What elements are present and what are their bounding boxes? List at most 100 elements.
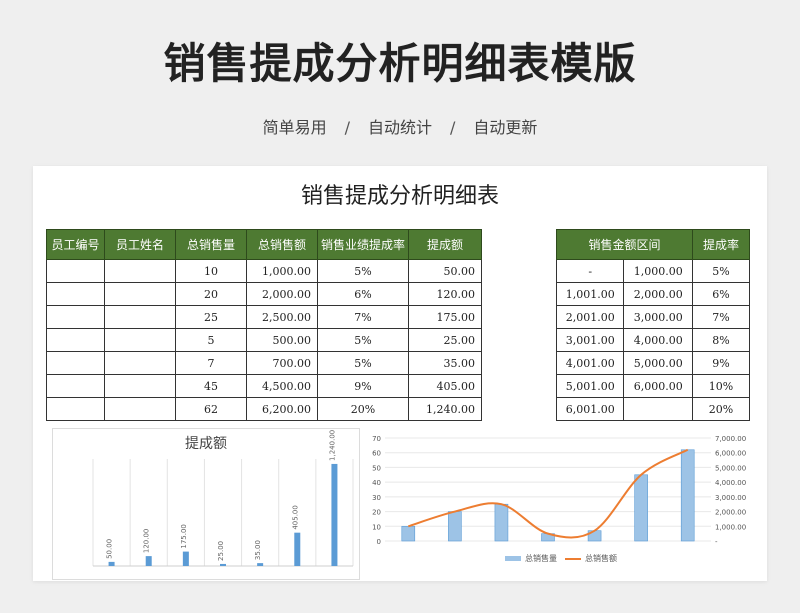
cell-rate[interactable]: 5% bbox=[317, 351, 409, 375]
cell-total-sales[interactable]: 700.00 bbox=[246, 351, 318, 375]
table-row: 6,001.00 20% bbox=[555, 397, 750, 421]
cell-range-to[interactable]: 6,000.00 bbox=[623, 374, 693, 398]
y-right-tick: 3,000.00 bbox=[715, 494, 746, 502]
cell-total-qty[interactable]: 5 bbox=[175, 328, 247, 352]
legend-label: 总销售量 bbox=[525, 553, 557, 563]
separator: / bbox=[344, 118, 350, 137]
cell-rate[interactable]: 9% bbox=[692, 351, 750, 375]
cell-rate[interactable]: 9% bbox=[317, 374, 409, 398]
cell-rate[interactable]: 5% bbox=[317, 328, 409, 352]
cell-rate[interactable]: 7% bbox=[692, 305, 750, 329]
cell-range-to[interactable]: 1,000.00 bbox=[623, 259, 693, 283]
bar bbox=[680, 449, 695, 542]
cell-range-from[interactable]: 1,001.00 bbox=[555, 282, 625, 306]
col-header-total-sales: 总销售额 bbox=[246, 229, 318, 260]
cell-range-to[interactable]: 3,000.00 bbox=[623, 305, 693, 329]
cell-employee-id[interactable] bbox=[46, 305, 105, 329]
cell-employee-id[interactable] bbox=[46, 397, 105, 421]
cell-total-qty[interactable]: 62 bbox=[175, 397, 247, 421]
cell-rate[interactable]: 5% bbox=[692, 259, 750, 283]
cell-employee-name[interactable] bbox=[104, 328, 176, 352]
table-row: 1,001.00 2,000.00 6% bbox=[555, 282, 750, 306]
cell-range-to[interactable]: 2,000.00 bbox=[623, 282, 693, 306]
col-header-rate: 提成率 bbox=[692, 229, 750, 260]
data-label: 1,240.00 bbox=[328, 430, 336, 461]
legend-label: 总销售额 bbox=[585, 553, 617, 563]
cell-employee-id[interactable] bbox=[46, 259, 105, 283]
cell-commission[interactable]: 120.00 bbox=[408, 282, 482, 306]
y-left-tick: 30 bbox=[372, 494, 381, 502]
legend-bar-swatch bbox=[505, 556, 521, 561]
y-right-tick: 1,000.00 bbox=[715, 523, 746, 531]
cell-total-sales[interactable]: 2,000.00 bbox=[246, 282, 318, 306]
cell-range-from[interactable]: - bbox=[555, 259, 625, 283]
cell-rate[interactable]: 5% bbox=[317, 259, 409, 283]
rate-bracket-table: 销售金额区间 提成率 - 1,000.00 5% 1,001.00 2,000.… bbox=[555, 229, 750, 421]
cell-commission[interactable]: 50.00 bbox=[408, 259, 482, 283]
cell-employee-id[interactable] bbox=[46, 374, 105, 398]
cell-total-qty[interactable]: 7 bbox=[175, 351, 247, 375]
cell-range-from[interactable]: 4,001.00 bbox=[555, 351, 625, 375]
bar bbox=[448, 511, 462, 542]
sales-combo-chart-svg: 0 - 10 1,000.00 20 2,000.00 30 3,000.00 40 4,000.… bbox=[372, 435, 746, 563]
table-row: 25 2,500.00 7% 175.00 bbox=[46, 305, 482, 329]
cell-total-qty[interactable]: 20 bbox=[175, 282, 247, 306]
cell-employee-name[interactable] bbox=[104, 259, 176, 283]
cell-range-from[interactable]: 5,001.00 bbox=[555, 374, 625, 398]
cell-total-qty[interactable]: 45 bbox=[175, 374, 247, 398]
cell-total-sales[interactable]: 2,500.00 bbox=[246, 305, 318, 329]
bar bbox=[634, 474, 648, 542]
cell-range-to[interactable] bbox=[623, 397, 693, 421]
cell-range-to[interactable]: 5,000.00 bbox=[623, 351, 693, 375]
feature-3: 自动更新 bbox=[473, 118, 538, 137]
cell-employee-id[interactable] bbox=[46, 351, 105, 375]
cell-rate[interactable]: 6% bbox=[317, 282, 409, 306]
cell-total-sales[interactable]: 500.00 bbox=[246, 328, 318, 352]
table-row: 7 700.00 5% 35.00 bbox=[46, 351, 482, 375]
cell-range-from[interactable]: 3,001.00 bbox=[555, 328, 625, 352]
cell-rate[interactable]: 8% bbox=[692, 328, 750, 352]
cell-employee-id[interactable] bbox=[46, 328, 105, 352]
cell-employee-name[interactable] bbox=[104, 282, 176, 306]
cell-commission[interactable]: 25.00 bbox=[408, 328, 482, 352]
data-label: 120.00 bbox=[143, 529, 151, 554]
cell-range-to[interactable]: 4,000.00 bbox=[623, 328, 693, 352]
col-header-employee-name: 员工姓名 bbox=[104, 229, 176, 260]
bar bbox=[182, 551, 189, 566]
cell-total-sales[interactable]: 4,500.00 bbox=[246, 374, 318, 398]
commission-bar-chart[interactable]: 提成额 50.00 120.00 175.00 25.00 35.00 405.00 1,2… bbox=[52, 428, 360, 580]
y-left-tick: 20 bbox=[372, 509, 381, 517]
cell-commission[interactable]: 175.00 bbox=[408, 305, 482, 329]
cell-range-from[interactable]: 2,001.00 bbox=[555, 305, 625, 329]
cell-employee-id[interactable] bbox=[46, 282, 105, 306]
cell-commission[interactable]: 1,240.00 bbox=[408, 397, 482, 421]
commission-chart-svg: 提成额 50.00 120.00 175.00 25.00 35.00 405.00 1,2… bbox=[92, 430, 354, 567]
cell-total-sales[interactable]: 1,000.00 bbox=[246, 259, 318, 283]
sales-combo-chart[interactable]: 0 - 10 1,000.00 20 2,000.00 30 3,000.00 40 4,000.… bbox=[365, 428, 761, 578]
cell-employee-name[interactable] bbox=[104, 374, 176, 398]
cell-rate[interactable]: 20% bbox=[317, 397, 409, 421]
cell-range-from[interactable]: 6,001.00 bbox=[555, 397, 625, 421]
cell-commission[interactable]: 35.00 bbox=[408, 351, 482, 375]
cell-commission[interactable]: 405.00 bbox=[408, 374, 482, 398]
cell-employee-name[interactable] bbox=[104, 305, 176, 329]
cell-rate[interactable]: 7% bbox=[317, 305, 409, 329]
cell-total-qty[interactable]: 10 bbox=[175, 259, 247, 283]
cell-employee-name[interactable] bbox=[104, 351, 176, 375]
cell-rate[interactable]: 6% bbox=[692, 282, 750, 306]
feature-2: 自动统计 bbox=[367, 118, 432, 137]
table-row: 5 500.00 5% 25.00 bbox=[46, 328, 482, 352]
data-label: 25.00 bbox=[217, 541, 225, 561]
y-left-tick: 0 bbox=[377, 538, 381, 546]
cell-rate[interactable]: 20% bbox=[692, 397, 750, 421]
cell-rate[interactable]: 10% bbox=[692, 374, 750, 398]
cell-total-sales[interactable]: 6,200.00 bbox=[246, 397, 318, 421]
col-header-commission: 提成额 bbox=[408, 229, 482, 260]
y-right-tick: 5,000.00 bbox=[715, 464, 746, 472]
table-row: 62 6,200.00 20% 1,240.00 bbox=[46, 397, 482, 421]
y-right-tick: - bbox=[715, 538, 718, 546]
cell-total-qty[interactable]: 25 bbox=[175, 305, 247, 329]
cell-employee-name[interactable] bbox=[104, 397, 176, 421]
chart-title: 提成额 bbox=[185, 436, 227, 452]
y-left-tick: 70 bbox=[372, 435, 381, 443]
